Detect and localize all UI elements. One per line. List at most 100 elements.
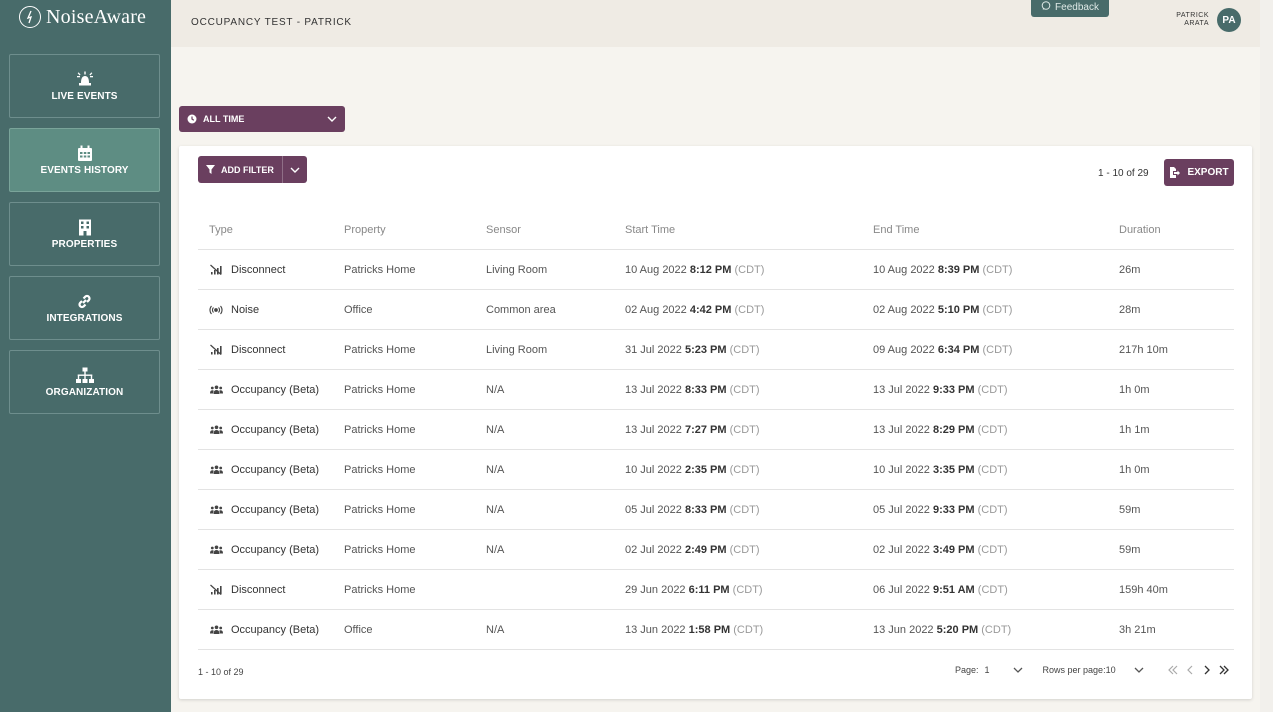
event-type: Occupancy (Beta) xyxy=(231,543,320,556)
chevron-down-icon xyxy=(327,114,337,124)
table-header: Type Property Sensor Start Time End Time… xyxy=(198,210,1234,250)
disconnect-icon xyxy=(209,584,223,596)
page-select[interactable]: 1 xyxy=(985,665,1023,675)
table-row[interactable]: Noise Office Common area 02 Aug 2022 4:42 P… xyxy=(198,290,1234,330)
end-clock: 5:20 PM xyxy=(936,623,979,636)
end-timezone: (CDT) xyxy=(981,623,1012,636)
cell-sensor: N/A xyxy=(486,503,505,516)
disconnect-icon xyxy=(209,344,223,356)
sidebar-item-label: LIVE EVENTS xyxy=(51,91,118,102)
page-value: 1 xyxy=(984,665,990,675)
start-timezone: (CDT) xyxy=(729,383,760,396)
cell-start-time: 10 Aug 2022 8:12 PM (CDT) xyxy=(623,264,871,276)
last-page-icon[interactable] xyxy=(1219,664,1229,676)
cell-duration: 1h 0m xyxy=(1119,463,1150,476)
export-button[interactable]: EXPORT xyxy=(1164,159,1234,186)
sidebar-item-properties[interactable]: PROPERTIES xyxy=(9,202,160,266)
cell-property: Office xyxy=(344,303,373,316)
start-clock: 6:11 PM xyxy=(688,583,730,596)
cell-duration: 159h 40m xyxy=(1119,583,1168,596)
start-timezone: (CDT) xyxy=(729,543,760,556)
table-row[interactable]: Occupancy (Beta) Patricks Home N/A 13 Jul 2… xyxy=(198,410,1234,450)
start-date: 02 Aug 2022 xyxy=(625,303,687,316)
sidebar-item-events-history[interactable]: EVENTS HISTORY xyxy=(9,128,160,192)
cell-start-time: 10 Jul 2022 2:35 PM (CDT) xyxy=(623,464,871,476)
brand-logo[interactable]: NoiseAware xyxy=(19,4,146,30)
sidebar-item-organization[interactable]: ORGANIZATION xyxy=(9,350,160,414)
cell-type: Occupancy (Beta) xyxy=(198,544,344,556)
events-card: ADD FILTER 1 - 10 of 29 EXPORT Type Prop… xyxy=(179,146,1252,699)
cell-property: Patricks Home xyxy=(344,383,416,396)
feedback-button[interactable]: Feedback xyxy=(1031,0,1109,17)
end-date: 09 Aug 2022 xyxy=(873,343,935,356)
cell-end-time: 06 Jul 2022 9:51 AM (CDT) xyxy=(871,584,1119,596)
table-row[interactable]: Occupancy (Beta) Patricks Home N/A 10 Jul 2… xyxy=(198,450,1234,490)
start-clock: 1:58 PM xyxy=(688,623,731,636)
occupancy-icon xyxy=(209,504,223,516)
start-timezone: (CDT) xyxy=(729,343,760,356)
column-header-type[interactable]: Type xyxy=(198,224,344,236)
end-date: 02 Aug 2022 xyxy=(873,303,935,316)
export-label: EXPORT xyxy=(1187,167,1229,178)
table-row[interactable]: Occupancy (Beta) Patricks Home N/A 02 Jul 2… xyxy=(198,530,1234,570)
filter-icon xyxy=(206,165,215,174)
chevron-down-icon[interactable] xyxy=(283,167,307,173)
cell-end-time: 10 Jul 2022 3:35 PM (CDT) xyxy=(871,464,1119,476)
sidebar-item-integrations[interactable]: INTEGRATIONS xyxy=(9,276,160,340)
event-type: Occupancy (Beta) xyxy=(231,503,320,516)
end-date: 10 Jul 2022 xyxy=(873,463,930,476)
cell-sensor: N/A xyxy=(486,383,505,396)
cell-end-time: 09 Aug 2022 6:34 PM (CDT) xyxy=(871,344,1119,356)
cell-sensor: N/A xyxy=(486,623,505,636)
end-date: 13 Jul 2022 xyxy=(873,383,930,396)
cell-type: Occupancy (Beta) xyxy=(198,504,344,516)
end-clock: 9:33 PM xyxy=(932,503,975,516)
cell-property: Office xyxy=(344,623,373,636)
column-header-duration[interactable]: Duration xyxy=(1119,224,1234,236)
cell-end-time: 10 Aug 2022 8:39 PM (CDT) xyxy=(871,264,1119,276)
table-row[interactable]: Disconnect Patricks Home Living Room 10 Aug… xyxy=(198,250,1234,290)
column-header-property[interactable]: Property xyxy=(344,224,486,236)
cell-start-time: 13 Jun 2022 1:58 PM (CDT) xyxy=(623,624,871,636)
rows-per-page-select[interactable]: Rows per page:10 xyxy=(1043,665,1144,675)
rows-per-page-label: Rows per page: xyxy=(1042,665,1106,675)
cell-type: Occupancy (Beta) xyxy=(198,424,344,436)
end-timezone: (CDT) xyxy=(977,583,1008,596)
user-first-name: PATRICK xyxy=(1176,12,1209,19)
avatar[interactable]: PA xyxy=(1217,8,1241,32)
occupancy-icon xyxy=(209,624,223,636)
chat-bubble-icon xyxy=(1041,1,1051,14)
user-name[interactable]: PATRICK ARATA xyxy=(1171,12,1209,28)
table-row[interactable]: Occupancy (Beta) Patricks Home N/A 13 Jul 2… xyxy=(198,370,1234,410)
next-page-icon[interactable] xyxy=(1202,664,1212,676)
column-header-start-time[interactable]: Start Time xyxy=(623,224,871,236)
column-header-sensor[interactable]: Sensor xyxy=(486,224,623,236)
time-range-select[interactable]: ALL TIME xyxy=(179,106,345,132)
page-scrollbar[interactable] xyxy=(1260,0,1273,712)
add-filter-button[interactable]: ADD FILTER xyxy=(198,156,307,183)
column-header-end-time[interactable]: End Time xyxy=(871,224,1119,236)
table-row[interactable]: Occupancy (Beta) Office N/A 13 Jun 2022 1:5… xyxy=(198,610,1234,650)
end-timezone: (CDT) xyxy=(977,423,1008,436)
cell-property: Patricks Home xyxy=(344,263,416,276)
table-row[interactable]: Disconnect Patricks Home 29 Jun 2022 6:11 … xyxy=(198,570,1234,610)
event-type: Occupancy (Beta) xyxy=(231,623,320,636)
previous-page-icon[interactable] xyxy=(1185,664,1195,676)
cell-duration: 59m xyxy=(1119,543,1141,556)
cell-start-time: 13 Jul 2022 8:33 PM (CDT) xyxy=(623,384,871,396)
table-row[interactable]: Disconnect Patricks Home Living Room 31 Jul… xyxy=(198,330,1234,370)
start-date: 13 Jun 2022 xyxy=(625,623,686,636)
cell-duration: 1h 1m xyxy=(1119,423,1150,436)
cell-type: Disconnect xyxy=(198,264,344,276)
end-clock: 3:49 PM xyxy=(932,543,975,556)
end-date: 06 Jul 2022 xyxy=(873,583,930,596)
cell-type: Disconnect xyxy=(198,584,344,596)
cell-type: Noise xyxy=(198,304,344,316)
sidebar-item-label: EVENTS HISTORY xyxy=(40,165,129,176)
table-row[interactable]: Occupancy (Beta) Patricks Home N/A 05 Jul 2… xyxy=(198,490,1234,530)
footer-results-range: 1 - 10 of 29 xyxy=(198,667,244,677)
end-clock: 5:10 PM xyxy=(937,303,980,316)
export-file-icon xyxy=(1169,167,1181,178)
first-page-icon[interactable] xyxy=(1167,664,1178,676)
sidebar-item-live-events[interactable]: LIVE EVENTS xyxy=(9,54,160,118)
